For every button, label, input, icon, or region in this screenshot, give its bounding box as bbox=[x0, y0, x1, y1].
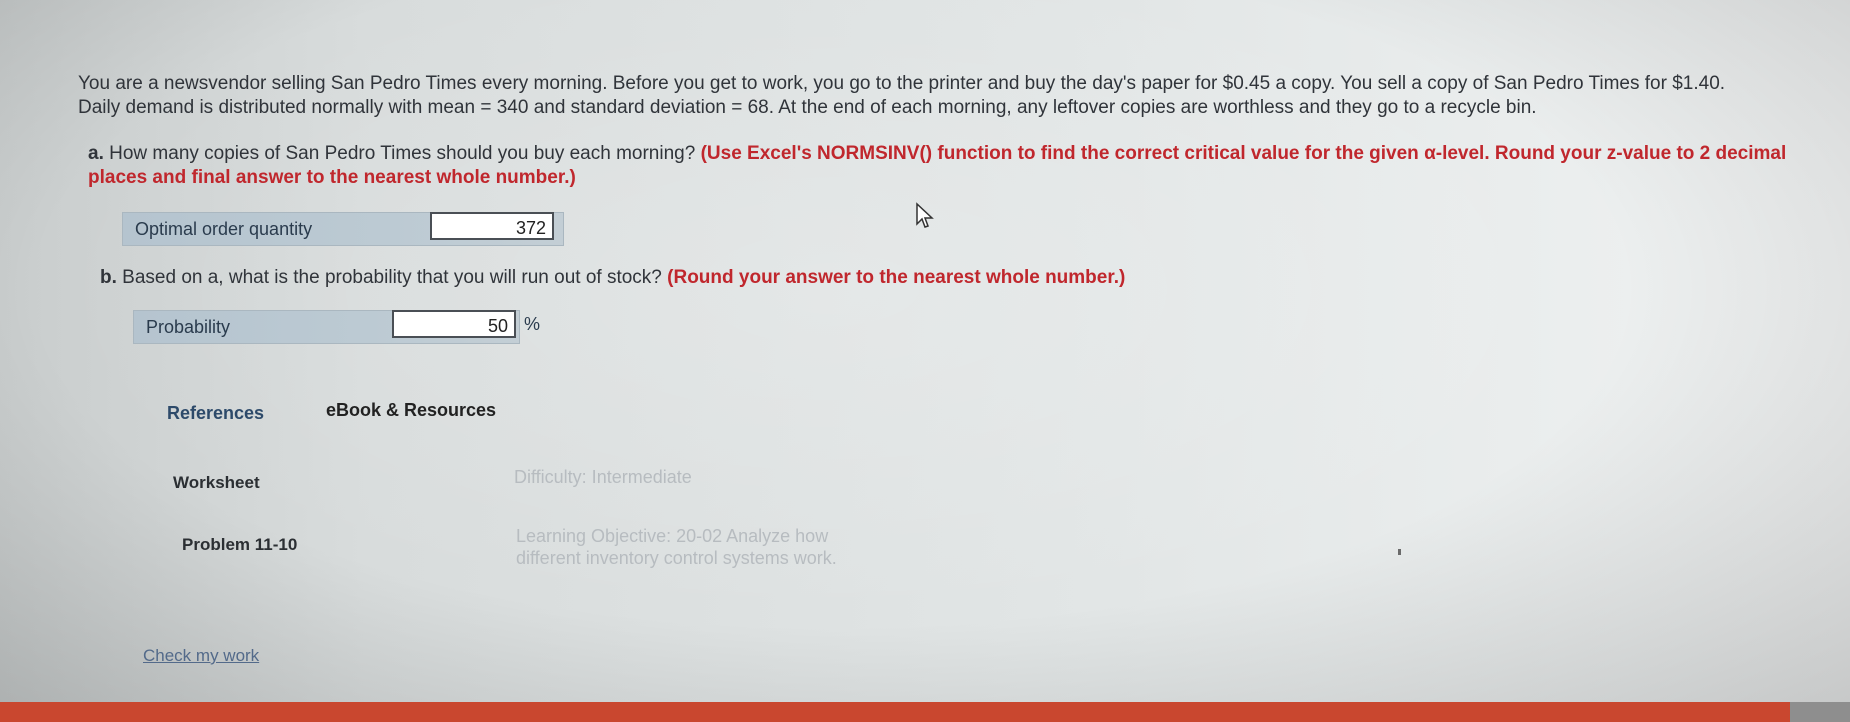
percent-unit: % bbox=[524, 314, 541, 334]
bottom-bar-edge bbox=[1790, 702, 1850, 722]
difficulty-label: Difficulty: Intermediate bbox=[514, 467, 692, 487]
tab-ebook-resources[interactable]: eBook & Resources bbox=[326, 400, 496, 421]
problem-number: Problem 11-10 bbox=[182, 535, 298, 554]
question-b-instruction: (Round your answer to the nearest whole … bbox=[667, 267, 1126, 288]
question-a-letter: a. bbox=[88, 143, 104, 164]
question-b-text: Based on a, what is the probability that… bbox=[116, 267, 668, 288]
mouse-cursor-icon bbox=[916, 202, 934, 228]
question-b-letter: b. bbox=[100, 267, 117, 288]
problem-intro: You are a newsvendor selling San Pedro T… bbox=[78, 72, 1818, 120]
question-a: a. How many copies of San Pedro Times sh… bbox=[88, 142, 1788, 190]
intro-line-2: Daily demand is distributed normally wit… bbox=[78, 97, 1537, 118]
worksheet-label: Worksheet bbox=[173, 473, 260, 492]
optimal-order-quantity-input[interactable]: 372 bbox=[430, 212, 554, 240]
intro-line-1: You are a newsvendor selling San Pedro T… bbox=[78, 73, 1726, 94]
bottom-progress-bar bbox=[0, 702, 1790, 722]
tab-references[interactable]: References bbox=[167, 403, 264, 424]
probability-input[interactable]: 50 bbox=[392, 310, 516, 338]
question-b: b. Based on a, what is the probability t… bbox=[100, 266, 1500, 290]
learning-objective: Learning Objective: 20-02 Analyze how di… bbox=[516, 526, 837, 568]
question-a-text: How many copies of San Pedro Times shoul… bbox=[103, 143, 701, 164]
stray-cursor-mark bbox=[1398, 549, 1401, 555]
check-my-work-link[interactable]: Check my work bbox=[143, 646, 259, 666]
